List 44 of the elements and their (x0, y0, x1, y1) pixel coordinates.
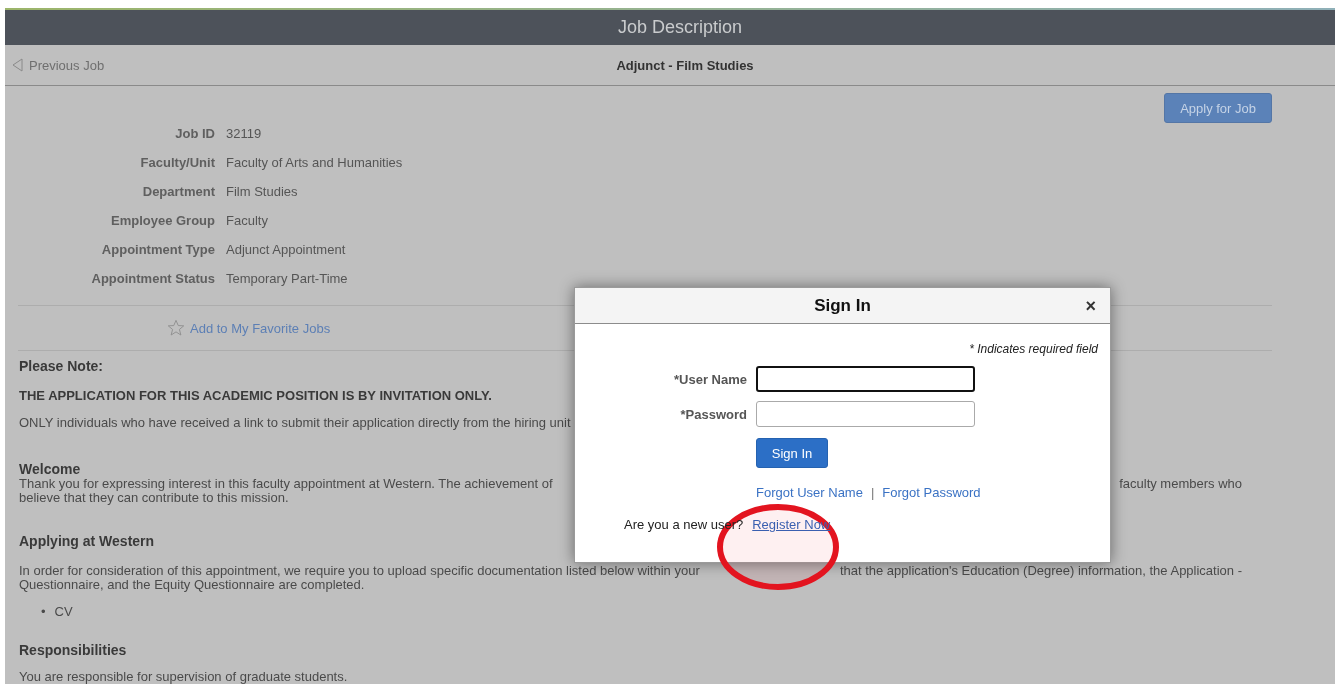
field-value: Faculty of Arts and Humanities (226, 154, 404, 172)
section-heading: Welcome (19, 461, 82, 477)
apply-button[interactable]: Apply for Job (1164, 93, 1272, 123)
sign-in-button[interactable]: Sign In (756, 438, 828, 468)
forgot-password-link[interactable]: Forgot Password (882, 485, 981, 500)
section-heading: Applying at Western (19, 533, 156, 549)
paragraph: believe that they can contribute to this mission. (19, 491, 289, 505)
field-label: *Password (679, 406, 748, 422)
field-value: Temporary Part-Time (226, 270, 349, 288)
bullet-item: CV (54, 604, 73, 619)
required-note: * Indicates required field (968, 342, 1098, 356)
text-field[interactable] (756, 401, 975, 427)
star-icon[interactable] (167, 319, 185, 337)
notice-text: THE APPLICATION FOR THIS ACADEMIC POSITION IS BY INVITATION ONLY. (19, 388, 493, 403)
close-button[interactable]: × (1083, 297, 1098, 315)
field-value: Adjunct Appointment (226, 241, 347, 259)
field-label: Job ID (174, 125, 215, 143)
section-heading: Responsibilities (19, 642, 128, 658)
paragraph: You are responsible for supervision of graduate students. (19, 670, 348, 684)
dialog-title: Sign In (814, 295, 871, 316)
field-label: *User Name (673, 371, 748, 387)
text-field[interactable] (756, 366, 975, 392)
paragraph: Questionnaire, and the Equity Questionnaire are completed. (19, 578, 365, 592)
left-arrow-icon (12, 58, 23, 72)
field-label: Appointment Status (90, 270, 215, 288)
field-value: Faculty (226, 212, 269, 230)
paragraph: faculty members who (1119, 477, 1242, 491)
paragraph: In order for consideration of this appointment, we require you to upload specific documentation listed below within your (19, 564, 700, 578)
job-title: Adjunct - Film Studies (616, 57, 754, 73)
forgot-username-link[interactable]: Forgot User Name (756, 485, 863, 500)
field-label: Faculty/Unit (139, 154, 215, 172)
page-title: Job Description (616, 17, 743, 38)
paragraph: ONLY individuals who have received a link to submit their application directly from the hiring unit (19, 416, 571, 430)
bullet-marker: • (41, 604, 46, 619)
field-label: Employee Group (109, 212, 215, 230)
previous-job-link[interactable]: Previous Job (12, 57, 105, 73)
field-value: 32119 (226, 125, 263, 143)
field-label: Department (141, 183, 215, 201)
field-label: Appointment Type (100, 241, 215, 259)
section-heading: Please Note: (19, 358, 105, 374)
paragraph: that the application's Education (Degree) information, the Application - (839, 564, 1242, 578)
field-value: Film Studies (226, 183, 299, 201)
link-separator: | (870, 485, 875, 500)
paragraph: Thank you for expressing interest in this faculty appointment at Western. The achievement of (19, 477, 553, 491)
